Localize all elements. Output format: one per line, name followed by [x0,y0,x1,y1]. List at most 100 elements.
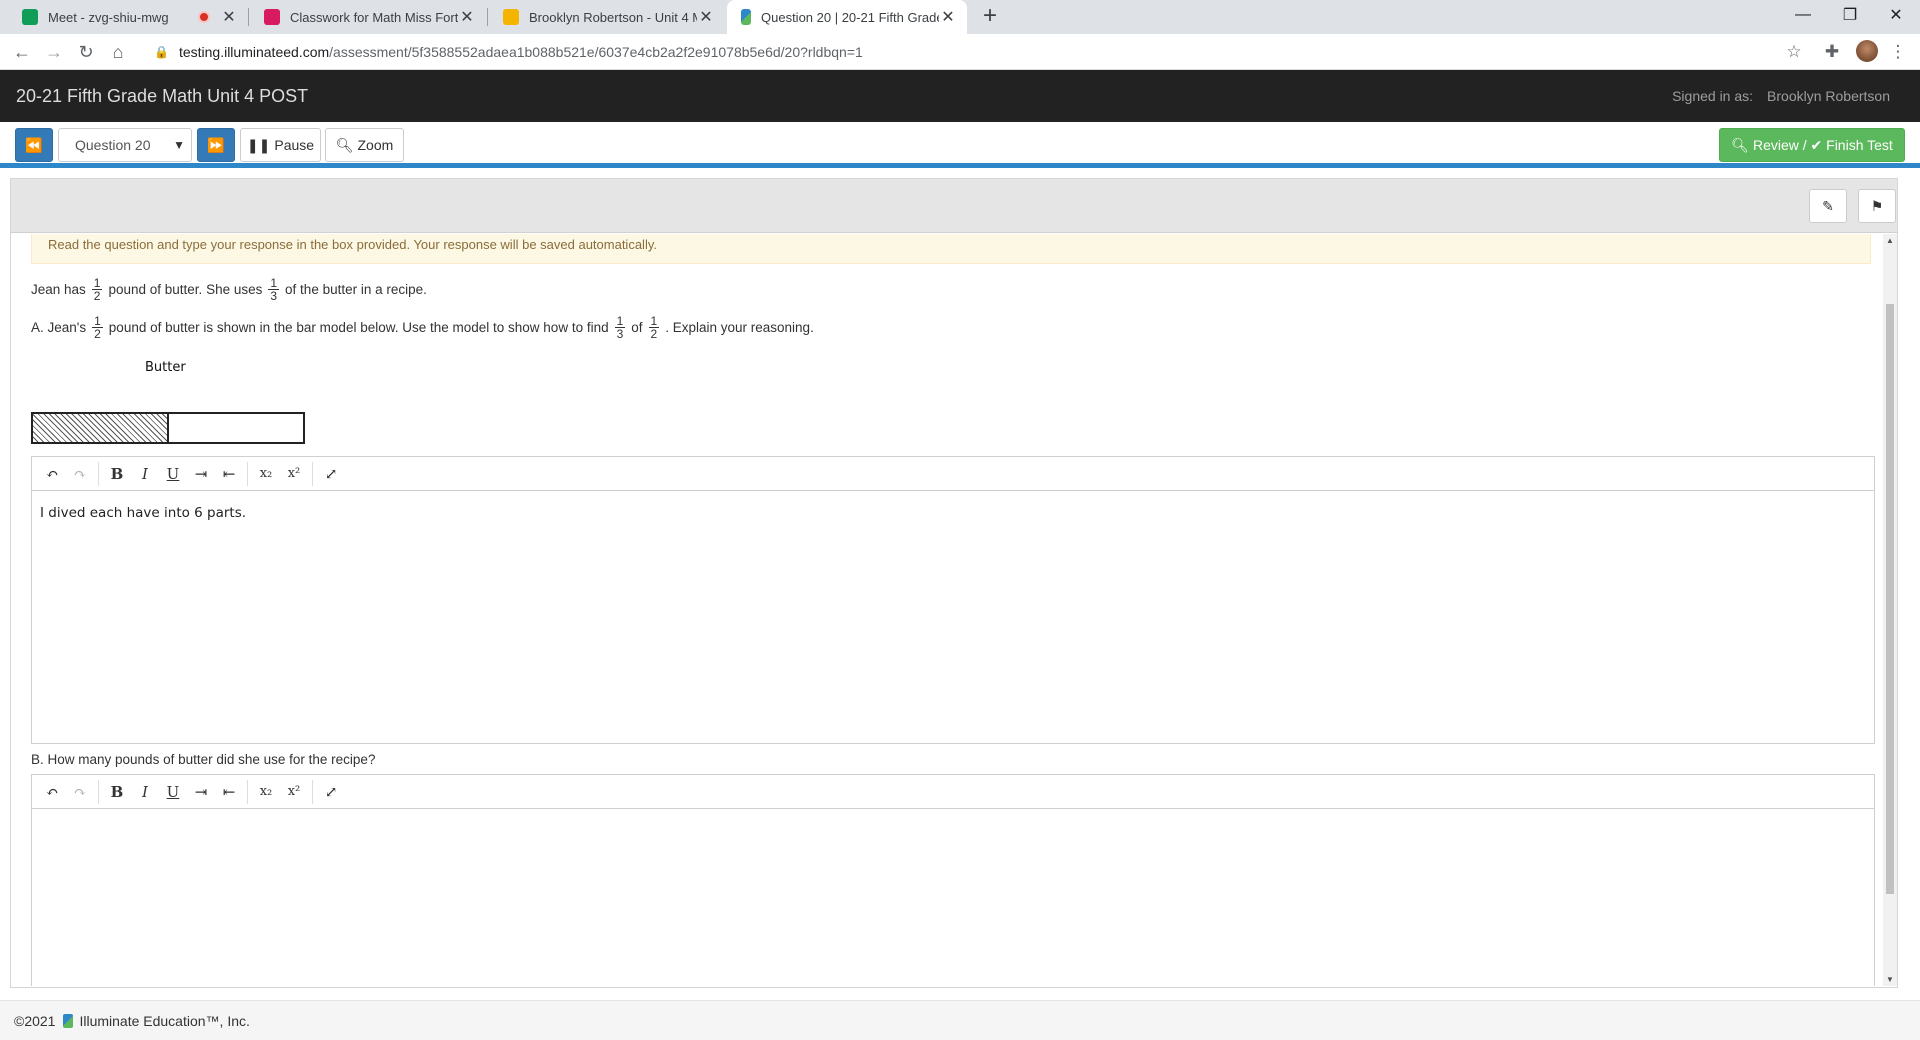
assessment-title: 20-21 Fifth Grade Math Unit 4 POST [16,86,309,106]
question-panel: ✎ ⚑ Read the question and type your resp… [10,178,1898,988]
toolbar-divider [247,461,248,486]
edit-icon: ✎ [1822,197,1834,214]
indent-icon[interactable]: ⇥ [187,778,215,806]
subscript-icon[interactable]: x₂ [252,460,280,488]
response-text-b[interactable] [32,809,1874,837]
pause-button[interactable]: ❚❚ Pause [240,128,321,162]
underline-icon[interactable]: U [159,778,187,806]
question-scrollbar[interactable]: ▲ ▼ [1883,234,1897,986]
home-icon[interactable]: ⌂ [104,38,132,66]
illuminate-logo-icon [63,1013,74,1028]
prompt-text: B. How many pounds of butter did she use… [31,752,376,767]
subscript-icon[interactable]: x₂ [252,778,280,806]
flag-button[interactable]: ⚑ [1858,189,1896,223]
stem-text: Jean has [31,282,86,297]
assessment-toolbar: ⏪ Question 20 ▼ ⏩ ❚❚ Pause 🔍︎ Zoom 🔍︎ Revie… [0,122,1920,168]
copyright-text: ©2021 [14,1012,56,1029]
review-finish-label: Review / ✔ Finish Test [1752,136,1893,153]
close-tab-icon[interactable]: ✕ [697,7,715,27]
italic-icon[interactable]: I [131,460,159,488]
close-tab-icon[interactable]: ✕ [458,7,476,27]
italic-icon[interactable]: I [131,778,159,806]
bold-icon[interactable]: B [103,778,131,806]
part-a-prompt: A. Jean's 12 pound of butter is shown in… [31,315,814,340]
question-body: Read the question and type your response… [11,234,1897,986]
window-close-icon[interactable]: ✕ [1873,0,1919,30]
stem-text: of the butter in a recipe. [285,282,427,297]
bookmark-star-icon[interactable]: ☆ [1782,40,1806,64]
bar-model [31,412,305,444]
question-panel-header: ✎ ⚑ [11,179,1897,233]
redo-icon[interactable]: ↷ [66,460,94,488]
student-name: Brooklyn Robertson [1767,88,1890,104]
editor-toolbar: ↶ ↷ B I U ⇥ ⇤ x₂ x² ⤢ [32,775,1874,809]
indent-icon[interactable]: ⇥ [187,460,215,488]
toolbar-divider [98,779,99,804]
superscript-icon[interactable]: x² [280,460,308,488]
next-question-button[interactable]: ⏩ [197,128,235,162]
bold-icon[interactable]: B [103,460,131,488]
fullscreen-icon[interactable]: ⤢ [317,460,345,488]
undo-icon[interactable]: ↶ [38,778,66,806]
search-icon: 🔍︎ [335,136,354,153]
scroll-down-icon[interactable]: ▼ [1883,975,1897,984]
reload-icon[interactable]: ↻ [72,38,100,66]
close-tab-icon[interactable]: ✕ [939,7,957,27]
response-editor-b: ↶ ↷ B I U ⇥ ⇤ x₂ x² ⤢ [31,774,1875,986]
minimize-icon[interactable]: — [1780,0,1826,30]
notepad-button[interactable]: ✎ [1809,189,1847,223]
prompt-text: of [631,320,643,335]
response-text-a[interactable]: I dived each have into 6 parts. [32,491,1874,535]
zoom-button[interactable]: 🔍︎ Zoom [325,128,404,162]
url-host: testing.illuminateed.com [178,44,330,60]
signed-in-info: Signed in as: Brooklyn Robertson [1672,88,1890,104]
previous-question-button[interactable]: ⏪ [15,128,53,162]
browser-menu-icon[interactable]: ⋮ [1886,40,1910,64]
toolbar-divider [98,461,99,486]
fullscreen-icon[interactable]: ⤢ [317,778,345,806]
pause-label: Pause [274,137,315,153]
question-select[interactable]: Question 20 ▼ [58,128,192,162]
instructions-alert: Read the question and type your response… [31,234,1871,264]
outdent-icon[interactable]: ⇤ [215,778,243,806]
tab-title: Meet - zvg-shiu-mwg [48,9,169,25]
stem-text: pound of butter. She uses [108,282,263,297]
url-path: /assessment/5f3588552adaea1b088b521e/603… [329,44,863,60]
meet-favicon-icon [22,9,38,25]
scroll-up-icon[interactable]: ▲ [1883,236,1897,245]
tab-divider [248,8,249,26]
undo-icon[interactable]: ↶ [38,460,66,488]
back-arrow-icon[interactable]: ← [8,38,36,66]
browser-tab-classwork[interactable]: Classwork for Math Miss Fortino ✕ [250,0,486,34]
scrollbar-thumb[interactable] [1886,304,1894,894]
question-select-value: Question 20 [75,137,151,153]
company-name: Illuminate Education™, Inc. [79,1012,250,1029]
prompt-text: . Explain your reasoning. [665,320,814,335]
new-tab-icon[interactable]: + [975,2,1005,30]
lock-icon: 🔒 [154,45,169,59]
close-tab-icon[interactable]: ✕ [220,7,238,27]
toolbar-divider [312,461,313,486]
fast-forward-icon: ⏩ [207,136,225,153]
browser-tab-meet[interactable]: Meet - zvg-shiu-mwg ✕ [8,0,248,34]
fraction: 12 [92,314,103,341]
tab-divider [487,8,488,26]
fraction: 13 [268,276,280,303]
url-field[interactable]: 🔒 testing.illuminateed.com/assessment/5f… [140,38,1780,66]
toolbar-divider [247,779,248,804]
review-finish-test-button[interactable]: 🔍︎ Review / ✔ Finish Test [1719,128,1905,162]
browser-tab-question[interactable]: Question 20 | 20-21 Fifth Grade Math Uni… [727,0,967,34]
response-editor-a: ↶ ↷ B I U ⇥ ⇤ x₂ x² ⤢ I dived each have … [31,456,1875,744]
browser-tab-slides[interactable]: Brooklyn Robertson - Unit 4 Math ✕ [489,0,725,34]
fraction: 13 [614,314,626,341]
profile-avatar[interactable] [1856,40,1878,62]
superscript-icon[interactable]: x² [280,778,308,806]
restore-icon[interactable]: ❐ [1827,0,1873,30]
underline-icon[interactable]: U [159,460,187,488]
outdent-icon[interactable]: ⇤ [215,460,243,488]
extensions-puzzle-icon[interactable]: ✚ [1820,40,1844,64]
app-header: 20-21 Fifth Grade Math Unit 4 POST Signe… [0,70,1920,122]
forward-arrow-icon[interactable]: → [40,38,68,66]
classroom-favicon-icon [264,9,280,25]
redo-icon[interactable]: ↷ [66,778,94,806]
